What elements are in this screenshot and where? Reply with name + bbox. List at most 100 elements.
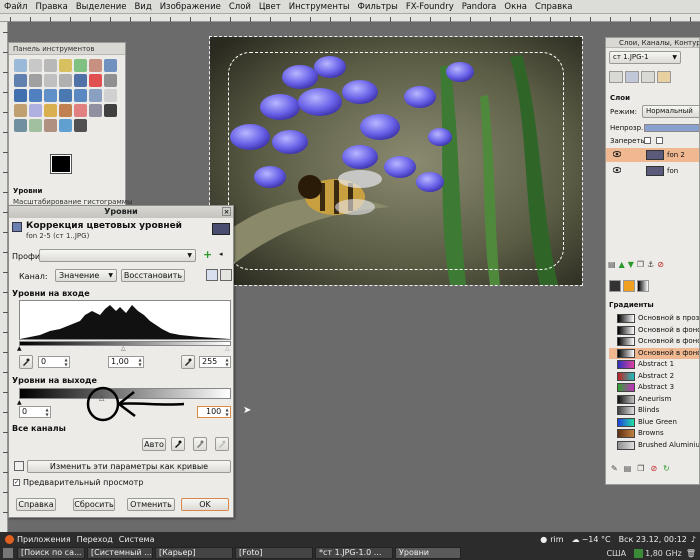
gradient-item[interactable]: Blinds [609, 405, 699, 416]
output-high-field[interactable]: 100 ▲ ▼ [197, 406, 231, 418]
gradient-item[interactable]: Abstract 1 [609, 359, 699, 370]
color-picker-tool-icon[interactable] [29, 74, 42, 87]
output-black-slider-handle[interactable]: ▲ [17, 399, 22, 406]
fuzzy-select-tool-icon[interactable] [59, 59, 72, 72]
gradient-item[interactable]: Основной в фоновый (RGB) [609, 347, 699, 359]
opacity-slider[interactable] [644, 124, 699, 132]
bucket-fill-tool-icon[interactable] [14, 104, 27, 117]
gray-picker-button[interactable] [193, 437, 207, 451]
heal-tool-icon[interactable] [29, 119, 42, 132]
mode-combo[interactable]: Нормальный [642, 105, 699, 118]
refresh-gradients-icon[interactable]: ↻ [663, 464, 670, 473]
duplicate-layer-icon[interactable]: ❐ [637, 260, 644, 272]
visibility-eye-icon[interactable] [613, 150, 621, 158]
layer-row-fon[interactable]: fon [606, 164, 699, 178]
dodge-burn-tool-icon[interactable] [74, 119, 87, 132]
white-picker-button[interactable] [215, 437, 229, 451]
gradient-item[interactable]: Основной в фоновый (Жесткий) [609, 325, 699, 336]
task-item[interactable]: [Foto] [235, 547, 313, 559]
auto-button[interactable]: Авто [142, 438, 166, 451]
input-high-field[interactable]: 255 ▲ ▼ [199, 356, 231, 368]
delete-layer-icon[interactable]: ⊘ [657, 260, 664, 272]
white-point-picker[interactable] [181, 355, 195, 369]
lock-alpha-checkbox[interactable] [656, 137, 663, 144]
lock-pixels-checkbox[interactable] [644, 137, 651, 144]
duplicate-gradient-icon[interactable]: ❐ [637, 464, 644, 473]
flip-tool-icon[interactable] [74, 89, 87, 102]
shear-tool-icon[interactable] [44, 89, 57, 102]
presets-menu-icon[interactable]: ◂ [219, 250, 223, 258]
clock[interactable]: Вск 23.12, 00:12 [619, 535, 687, 544]
cancel-button[interactable]: Отменить [127, 498, 175, 511]
brush-tab-icons[interactable] [609, 280, 649, 292]
output-low-field[interactable]: 0 ▲ ▼ [19, 406, 51, 418]
log-histogram-icon[interactable] [220, 269, 232, 281]
menu-item[interactable]: FX-Foundry [402, 2, 458, 12]
levels-titlebar[interactable]: Уровни × [9, 206, 233, 218]
edit-gradient-icon[interactable]: ✎ [611, 464, 618, 473]
cpu-freq[interactable]: 1,80 GHz [645, 549, 682, 558]
gradient-item[interactable]: Browns [609, 428, 699, 439]
ink-tool-icon[interactable] [104, 104, 117, 117]
zoom-tool-icon[interactable] [44, 74, 57, 87]
pencil-tool-icon[interactable] [44, 104, 57, 117]
user-name[interactable]: rim [550, 535, 563, 544]
foreground-color-swatch[interactable] [50, 154, 72, 174]
align-tool-icon[interactable] [89, 74, 102, 87]
blend-tool-icon[interactable] [29, 104, 42, 117]
menu-item[interactable]: Фильтры [354, 2, 402, 12]
menu-item[interactable]: Инструменты [285, 2, 354, 12]
gradient-item[interactable]: Abstract 3 [609, 382, 699, 393]
task-item[interactable]: [Поиск по са... [17, 547, 85, 559]
input-low-field[interactable]: 0 ▲ ▼ [38, 356, 70, 368]
reset-button[interactable]: Сбросить [73, 498, 115, 511]
layer-row-fon-2[interactable]: fon 2 [606, 148, 699, 162]
help-button[interactable]: Справка [16, 498, 56, 511]
channel-combo[interactable]: Значение ▼ [55, 269, 117, 282]
smudge-tool-icon[interactable] [44, 119, 57, 132]
perspective-tool-icon[interactable] [59, 89, 72, 102]
measure-tool-icon[interactable] [59, 74, 72, 87]
input-gamma-slider-handle[interactable]: △ [121, 345, 126, 352]
paths-tool-icon[interactable] [14, 74, 27, 87]
keyboard-layout[interactable]: США [606, 549, 626, 558]
gradient-item[interactable]: Основной в прозрачный [609, 313, 699, 324]
menu-item[interactable]: Вид [130, 2, 155, 12]
menu-item[interactable]: Pandora [458, 2, 501, 12]
menu-item[interactable]: Выделение [72, 2, 131, 12]
color-select-tool-icon[interactable] [74, 59, 87, 72]
gradient-item[interactable]: Abstract 2 [609, 371, 699, 382]
close-icon[interactable]: × [222, 207, 231, 216]
places-menu[interactable]: Переход [77, 535, 113, 544]
blur-tool-icon[interactable] [59, 119, 72, 132]
system-menu[interactable]: Система [119, 535, 155, 544]
image-selector[interactable]: ст 1.JPG-1 ▼ [609, 51, 681, 64]
foreground-select-tool-icon[interactable] [104, 59, 117, 72]
clone-tool-icon[interactable] [14, 119, 27, 132]
black-point-picker[interactable] [19, 355, 33, 369]
rotate-tool-icon[interactable] [14, 89, 27, 102]
black-picker-button[interactable] [171, 437, 185, 451]
show-desktop-icon[interactable] [3, 548, 13, 558]
linear-histogram-icon[interactable] [206, 269, 218, 281]
applications-menu[interactable]: Приложения [17, 535, 71, 544]
input-white-slider-handle[interactable]: △ [225, 345, 230, 352]
menu-item[interactable]: Слой [225, 2, 255, 12]
move-tool-icon[interactable] [74, 74, 87, 87]
input-gamma-field[interactable]: 1,00 ▲ ▼ [108, 356, 144, 368]
scale-tool-icon[interactable] [29, 89, 42, 102]
text-tool-icon[interactable] [104, 89, 117, 102]
menu-item[interactable]: Изображение [156, 2, 225, 12]
rect-select-tool-icon[interactable] [14, 59, 27, 72]
menu-item[interactable]: Файл [0, 2, 31, 12]
crop-tool-icon[interactable] [104, 74, 117, 87]
weather-temp[interactable]: −14 °C [582, 535, 611, 544]
dock-tab-icons[interactable] [609, 71, 699, 85]
menu-item[interactable]: Окна [500, 2, 531, 12]
fg-bg-color-swatches[interactable] [50, 154, 85, 189]
eraser-tool-icon[interactable] [74, 104, 87, 117]
free-select-tool-icon[interactable] [44, 59, 57, 72]
task-item[interactable]: [Системный ... [87, 547, 153, 559]
gradient-item[interactable]: Blue Green [609, 417, 699, 428]
edit-as-curves-button[interactable]: Изменить эти параметры как кривые [27, 460, 231, 473]
